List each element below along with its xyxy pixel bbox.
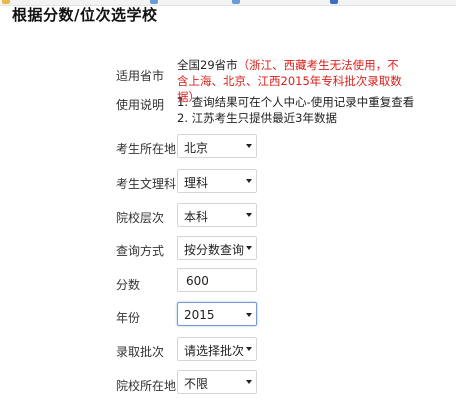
instructions-label: 使用说明 xyxy=(116,98,165,112)
year-label: 年份 xyxy=(116,311,141,325)
province-value: 全国29省市 xyxy=(177,58,238,72)
score-input-value: 600 xyxy=(186,274,209,288)
level-select[interactable]: 本科 xyxy=(177,203,257,227)
location-select-value: 北京 xyxy=(184,141,209,155)
batch-label: 录取批次 xyxy=(116,345,165,359)
instruction-item: 2. 江苏考生只提供最近3年数据 xyxy=(177,111,337,125)
year-select-value: 2015 xyxy=(184,308,215,322)
dropdown-arrow-icon xyxy=(246,380,252,384)
location-label: 考生所在地 xyxy=(116,142,177,156)
dropdown-arrow-icon xyxy=(246,246,252,250)
bookmark-icon xyxy=(330,0,338,4)
instructions-list: 1. 查询结果可在个人中心-使用记录中重复查看 2. 江苏考生只提供最近3年数据 xyxy=(177,94,437,126)
year-select[interactable]: 2015 xyxy=(177,302,257,326)
method-label: 查询方式 xyxy=(116,244,165,258)
batch-select-value: 请选择批次 xyxy=(184,344,245,358)
batch-select[interactable]: 请选择批次 xyxy=(177,337,257,361)
score-input[interactable]: 600 xyxy=(177,268,257,292)
level-select-value: 本科 xyxy=(184,210,209,224)
dropdown-arrow-icon xyxy=(246,179,252,183)
method-select-value: 按分数查询 xyxy=(184,243,245,257)
track-select-value: 理科 xyxy=(184,176,209,190)
bookmark-icon xyxy=(2,0,10,4)
province-label: 适用省市 xyxy=(116,69,165,83)
dropdown-arrow-icon xyxy=(246,213,252,217)
track-label: 考生文理科 xyxy=(116,177,177,191)
dropdown-arrow-icon xyxy=(246,313,252,317)
bookmark-icon xyxy=(232,0,240,4)
level-label: 院校层次 xyxy=(116,211,165,225)
dropdown-arrow-icon xyxy=(246,144,252,148)
method-select[interactable]: 按分数查询 xyxy=(177,236,257,260)
instruction-item: 1. 查询结果可在个人中心-使用记录中重复查看 xyxy=(177,95,415,109)
score-label: 分数 xyxy=(116,278,141,292)
page-title: 根据分数/位次选学校 xyxy=(12,6,158,24)
school-location-label: 院校所在地 xyxy=(116,379,177,393)
dropdown-arrow-icon xyxy=(246,347,252,351)
track-select[interactable]: 理科 xyxy=(177,169,257,193)
location-select[interactable]: 北京 xyxy=(177,134,257,158)
school-location-select-value: 不限 xyxy=(184,377,209,391)
school-location-select[interactable]: 不限 xyxy=(177,370,257,394)
